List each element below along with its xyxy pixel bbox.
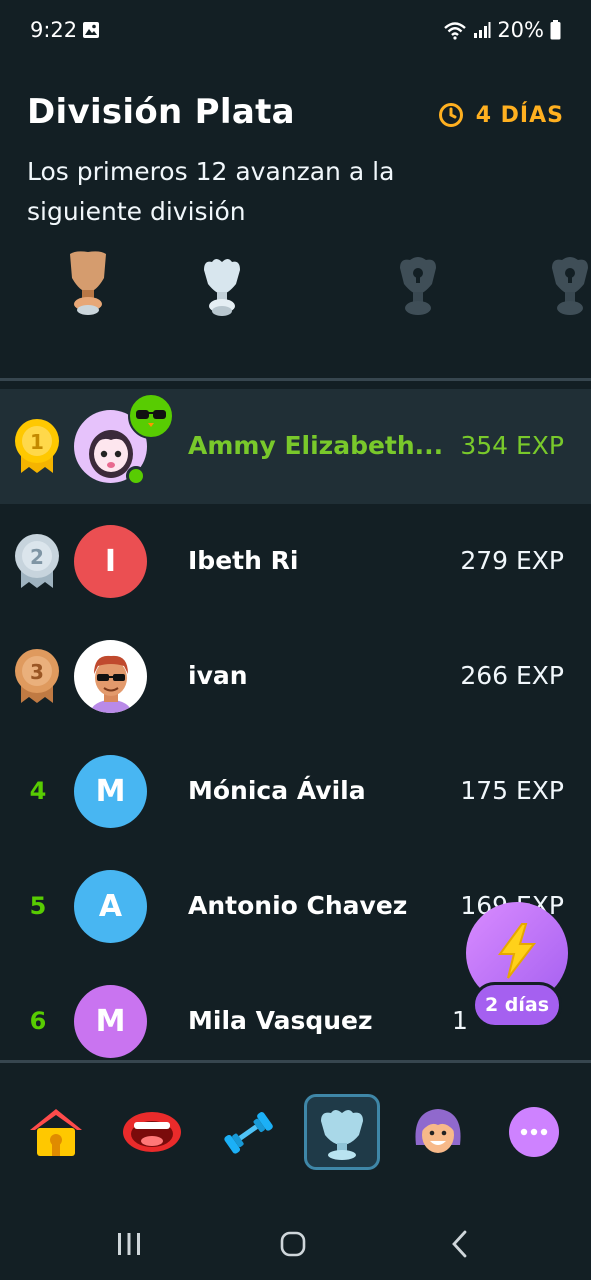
lightning-bolt-icon bbox=[498, 923, 537, 979]
avatar-letter: M bbox=[95, 1004, 126, 1039]
page-title: División Plata bbox=[27, 92, 295, 132]
user-exp: 354 EXP bbox=[460, 431, 564, 460]
rank-number: 5 bbox=[29, 892, 47, 920]
leagues-icon bbox=[321, 1110, 363, 1160]
leaderboard-row[interactable]: 3 ivan 266 EXP bbox=[0, 619, 591, 734]
user-avatar-icon bbox=[91, 655, 131, 713]
avatar[interactable]: I bbox=[74, 525, 147, 598]
avatar-letter: M bbox=[95, 774, 126, 809]
rank-number: 3 bbox=[30, 660, 44, 684]
home-icon bbox=[30, 1109, 82, 1156]
owl-sunglasses-badge-icon bbox=[128, 393, 174, 439]
nav-leagues[interactable] bbox=[304, 1094, 380, 1170]
avatar-letter: A bbox=[98, 889, 123, 924]
league-description: Los primeros 12 avanzan a la siguiente d… bbox=[27, 157, 395, 226]
online-status-indicator bbox=[126, 466, 146, 486]
home-button-icon[interactable] bbox=[280, 1231, 306, 1257]
locked-league-trophy[interactable] bbox=[396, 248, 440, 318]
avatar[interactable]: M bbox=[74, 755, 147, 828]
avatar[interactable]: M bbox=[74, 985, 147, 1058]
league-timer: 4 DÍAS bbox=[438, 102, 564, 128]
wifi-icon bbox=[444, 22, 467, 40]
xp-boost-label[interactable]: 2 días bbox=[472, 982, 562, 1028]
battery-text: 20% bbox=[497, 18, 544, 42]
user-exp: 266 EXP bbox=[460, 661, 564, 690]
avatar[interactable] bbox=[74, 640, 147, 713]
user-name: ivan bbox=[188, 661, 248, 690]
recent-apps-icon[interactable] bbox=[116, 1232, 142, 1256]
user-exp: 279 EXP bbox=[460, 546, 564, 575]
back-icon[interactable] bbox=[450, 1230, 468, 1258]
user-name: Ibeth Ri bbox=[188, 546, 299, 575]
status-right: 20% bbox=[443, 18, 561, 42]
nav-home[interactable] bbox=[18, 1094, 94, 1170]
avatar-letter: I bbox=[104, 544, 117, 579]
battery-icon bbox=[550, 20, 561, 40]
nav-more[interactable] bbox=[496, 1094, 572, 1170]
user-name: Ammy Elizabeth... bbox=[188, 431, 444, 460]
avatar[interactable]: A bbox=[74, 870, 147, 943]
user-name: Mónica Ávila bbox=[188, 776, 366, 805]
user-exp: 1 bbox=[452, 1006, 468, 1035]
signal-icon bbox=[474, 22, 491, 38]
nav-profile[interactable] bbox=[400, 1094, 476, 1170]
locked-league-trophy[interactable] bbox=[548, 248, 591, 318]
timer-icon bbox=[438, 103, 463, 127]
nav-speaking[interactable] bbox=[114, 1094, 190, 1170]
leaderboard-row[interactable]: 4 M Mónica Ávila 175 EXP bbox=[0, 734, 591, 849]
practice-icon bbox=[224, 1112, 273, 1154]
user-exp: 175 EXP bbox=[460, 776, 564, 805]
status-time: 9:22 bbox=[30, 18, 78, 42]
bronze-league-trophy[interactable] bbox=[66, 248, 110, 318]
user-name: Antonio Chavez bbox=[188, 891, 408, 920]
timer-text: 4 DÍAS bbox=[475, 102, 564, 128]
rank-number: 4 bbox=[29, 777, 47, 805]
speaking-icon bbox=[123, 1112, 181, 1152]
rank-number: 6 bbox=[29, 1007, 47, 1035]
profile-icon bbox=[415, 1109, 461, 1153]
silver-league-trophy[interactable] bbox=[200, 248, 244, 318]
more-icon bbox=[509, 1107, 559, 1157]
rank-number: 2 bbox=[30, 545, 44, 569]
image-icon bbox=[83, 22, 99, 38]
leaderboard-row-current-user[interactable]: 1 Ammy Elizabeth... 354 EXP bbox=[0, 389, 591, 504]
leaderboard-row[interactable]: 2 I Ibeth Ri 279 EXP bbox=[0, 504, 591, 619]
nav-practice[interactable] bbox=[210, 1094, 286, 1170]
rank-number: 1 bbox=[30, 430, 44, 454]
system-nav-bar bbox=[0, 1205, 591, 1280]
header-divider bbox=[0, 378, 591, 381]
nav-divider bbox=[0, 1060, 591, 1063]
status-bar: 9:22 20% bbox=[0, 0, 591, 62]
user-name: Mila Vasquez bbox=[188, 1006, 373, 1035]
